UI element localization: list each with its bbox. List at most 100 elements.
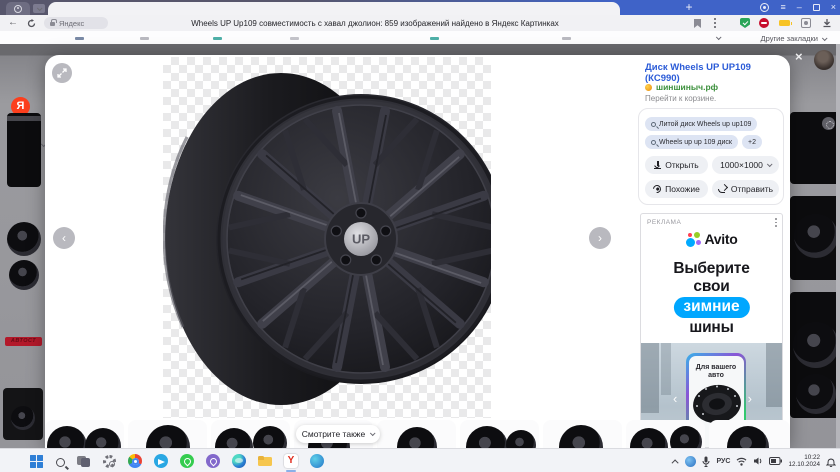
close-window-button[interactable]: ×: [831, 0, 836, 15]
bookmarks-bar: Другие закладки: [0, 31, 840, 44]
task-view-icon[interactable]: [77, 454, 91, 468]
antivirus-extension-icon[interactable]: [740, 18, 750, 28]
extension-icon[interactable]: [801, 18, 811, 28]
bookmark-favicon[interactable]: [213, 37, 222, 40]
browser-menu-icon[interactable]: ≡: [780, 0, 785, 15]
related-queries-card: Литой диск Wheels up up109 Wheels up up …: [638, 108, 784, 205]
wheel-center-cap-logo: UP: [352, 232, 370, 247]
bookmark-favicon[interactable]: [140, 37, 149, 40]
ad-headline: Выберите: [641, 260, 782, 278]
notification-bell-icon[interactable]: [826, 456, 836, 467]
ad-prev-icon[interactable]: ‹: [673, 391, 677, 406]
pinned-tab[interactable]: [6, 2, 30, 15]
size-select[interactable]: 1000×1000: [712, 156, 779, 174]
bookmark-favicon[interactable]: [562, 37, 571, 40]
previous-image-button[interactable]: ‹: [53, 227, 75, 249]
result-thumbnail[interactable]: [7, 113, 41, 187]
microphone-icon[interactable]: [702, 456, 710, 467]
toolbar-menu-icon[interactable]: [714, 18, 716, 28]
wheel-photo: [11, 406, 35, 430]
related-image-thumbnail[interactable]: [460, 420, 539, 448]
open-button[interactable]: Открыть: [645, 156, 708, 174]
refresh-button[interactable]: [27, 19, 36, 28]
advertisement[interactable]: РЕКЛАМА Avito Выберите свои зимние шины: [640, 213, 783, 448]
similar-button[interactable]: Похожие: [645, 180, 708, 198]
active-tab[interactable]: [48, 2, 620, 15]
adblock-extension-icon[interactable]: [759, 18, 769, 28]
similar-button-label: Похожие: [665, 184, 700, 194]
address-bar[interactable]: Яндекс: [44, 17, 108, 29]
bookmark-flag-icon[interactable]: [694, 19, 701, 28]
chevron-down-icon[interactable]: [716, 34, 722, 40]
result-thumbnail[interactable]: [5, 210, 43, 296]
telegram-icon[interactable]: [154, 454, 168, 468]
scrollbar[interactable]: [836, 44, 840, 448]
back-button[interactable]: ←: [8, 17, 18, 29]
fullscreen-button[interactable]: [52, 63, 72, 83]
wifi-icon[interactable]: [736, 457, 747, 466]
app-icon[interactable]: [310, 454, 324, 468]
speaker-icon[interactable]: [753, 456, 763, 466]
image-canvas: UP: [163, 57, 491, 418]
related-image-thumbnail[interactable]: [128, 420, 207, 448]
avito-logo-icon: [686, 232, 701, 247]
other-bookmarks-button[interactable]: Другие закладки: [761, 34, 826, 43]
query-chip[interactable]: Литой диск Wheels up up109: [645, 117, 757, 131]
related-image-thumbnail[interactable]: [45, 420, 124, 448]
tray-app-icon[interactable]: [685, 456, 696, 467]
open-button-label: Открыть: [665, 160, 698, 170]
ad-next-icon[interactable]: ›: [748, 391, 752, 406]
related-image-thumbnail[interactable]: [543, 420, 622, 448]
start-button[interactable]: [30, 454, 44, 468]
see-also-button[interactable]: Смотрите также: [296, 425, 380, 443]
taskbar-search-icon[interactable]: [56, 458, 65, 467]
minimize-button[interactable]: –: [797, 0, 802, 15]
page-title: Wheels UP Up109 совместимость с хавал дж…: [150, 19, 600, 28]
related-image-thumbnail[interactable]: [709, 420, 790, 448]
edge-icon[interactable]: [232, 454, 246, 468]
avito-logo: Avito: [641, 231, 782, 247]
chrome-icon[interactable]: [128, 454, 142, 468]
bookmark-favicon[interactable]: [430, 37, 439, 40]
tab-search-button[interactable]: [33, 4, 45, 13]
battery-icon[interactable]: [769, 457, 782, 465]
language-indicator[interactable]: РУС: [716, 458, 730, 465]
user-avatar[interactable]: [814, 50, 834, 70]
share-button-label: Отправить: [731, 184, 773, 194]
query-chip[interactable]: Wheels up up 109 диск: [645, 135, 738, 149]
result-thumbnail[interactable]: [790, 196, 840, 280]
new-tab-button[interactable]: +: [681, 0, 697, 15]
site-name: шиншиныч.рф: [656, 82, 718, 92]
share-button[interactable]: Отправить: [712, 180, 779, 198]
product-title-link[interactable]: Диск Wheels UP UP109 (КС990): [645, 62, 787, 84]
other-bookmarks-label: Другие закладки: [761, 34, 818, 43]
close-viewer-button[interactable]: ×: [795, 49, 803, 64]
tray-overflow-icon[interactable]: [672, 459, 679, 466]
more-queries-label: +2: [748, 139, 756, 146]
clock[interactable]: 10:22 12.10.2024: [788, 454, 820, 469]
ad-menu-icon[interactable]: [775, 218, 777, 227]
see-also-label: Смотрите также: [302, 429, 365, 439]
related-image-thumbnail[interactable]: [211, 420, 290, 448]
file-explorer-icon[interactable]: [258, 454, 272, 468]
related-image-thumbnail[interactable]: [377, 420, 456, 448]
site-row[interactable]: шиншиныч.рф: [645, 82, 718, 92]
downloads-icon[interactable]: [822, 18, 832, 28]
collections-button[interactable]: [822, 117, 835, 130]
profile-icon[interactable]: [760, 3, 769, 12]
more-queries-chip[interactable]: +2: [742, 135, 762, 149]
tab-strip: + ≡ – ×: [0, 0, 840, 15]
related-image-thumbnail[interactable]: [626, 420, 705, 448]
go-to-cart-link[interactable]: Перейти к корзине.: [645, 94, 716, 103]
yandex-browser-icon[interactable]: Y: [284, 454, 298, 468]
result-thumbnail[interactable]: [3, 388, 43, 440]
next-image-button[interactable]: ›: [589, 227, 611, 249]
whatsapp-icon[interactable]: [180, 454, 194, 468]
bookmark-favicon[interactable]: [290, 37, 299, 40]
battery-extension-icon[interactable]: [779, 20, 790, 26]
result-thumbnail[interactable]: [790, 292, 840, 418]
bookmark-favicon[interactable]: [75, 37, 84, 40]
settings-icon[interactable]: [103, 455, 116, 468]
maximize-button[interactable]: [813, 4, 820, 11]
viber-icon[interactable]: [206, 454, 220, 468]
